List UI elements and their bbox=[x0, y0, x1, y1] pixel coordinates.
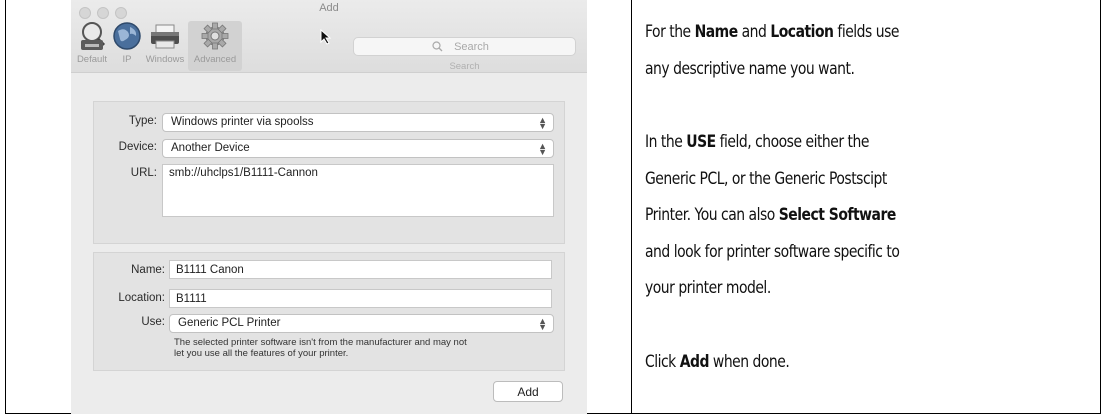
toolbar-advanced-button[interactable]: Advanced bbox=[188, 21, 242, 71]
search-input[interactable] bbox=[354, 38, 575, 55]
toolbar-default-button[interactable]: Default bbox=[73, 21, 111, 71]
use-value: Generic PCL Printer bbox=[178, 317, 281, 329]
advanced-gear-icon bbox=[201, 22, 229, 50]
updown-arrows-icon: ▲ ▼ bbox=[538, 141, 547, 157]
instruction-line: Printer. You can also Select Software bbox=[645, 205, 896, 225]
toolbar-advanced-label: Advanced bbox=[193, 54, 237, 65]
location-label: Location: bbox=[118, 292, 165, 304]
location-field[interactable]: B1111 bbox=[169, 289, 552, 308]
instructions-text: For the Name and Location fields use any… bbox=[645, 14, 1018, 380]
device-label: Device: bbox=[118, 141, 157, 153]
toolbar-default-label: Default bbox=[76, 54, 108, 65]
url-label: URL: bbox=[130, 167, 157, 179]
use-label: Use: bbox=[141, 316, 165, 328]
add-button[interactable]: Add bbox=[493, 381, 563, 402]
mouse-pointer-icon bbox=[320, 29, 332, 45]
ip-globe-icon bbox=[113, 22, 141, 50]
toolbar-windows-label: Windows bbox=[145, 54, 185, 65]
instruction-line: your printer model. bbox=[645, 278, 771, 298]
instruction-line: In the USE field, choose either the bbox=[645, 132, 869, 152]
type-popup[interactable]: Windows printer via spoolss ▲ ▼ bbox=[162, 113, 554, 132]
table-column-divider bbox=[631, 0, 632, 414]
printer-software-notice: The selected printer software isn't from… bbox=[174, 337, 467, 359]
search-field[interactable] bbox=[353, 37, 576, 56]
instruction-line: Generic PCL, or the Generic Postscipt bbox=[645, 168, 887, 189]
type-label: Type: bbox=[128, 115, 157, 127]
search-caption: Search bbox=[449, 61, 480, 72]
instruction-line: any descriptive name you want. bbox=[645, 58, 855, 79]
use-popup[interactable]: Generic PCL Printer ▲ ▼ bbox=[169, 314, 554, 333]
instruction-line: and look for printer software specific t… bbox=[645, 241, 900, 262]
type-value: Windows printer via spoolss bbox=[171, 116, 314, 128]
toolbar-ip-label: IP bbox=[122, 54, 132, 65]
device-popup[interactable]: Another Device ▲ ▼ bbox=[162, 139, 554, 158]
toolbar-windows-button[interactable]: Windows bbox=[143, 21, 187, 71]
default-printer-icon bbox=[81, 22, 106, 50]
window-title: Add bbox=[319, 2, 339, 14]
updown-arrows-icon: ▲ ▼ bbox=[538, 115, 547, 131]
url-field[interactable]: smb://uhclps1/B1111-Cannon bbox=[162, 164, 554, 217]
window-toolbar: Add Default IP Windows Advanced Search S… bbox=[71, 0, 587, 73]
updown-arrows-icon: ▲ ▼ bbox=[538, 316, 547, 332]
instruction-line: For the Name and Location fields use bbox=[645, 22, 899, 42]
name-label: Name: bbox=[131, 264, 165, 276]
add-printer-window: Add Default IP Windows Advanced Search S… bbox=[71, 0, 587, 414]
toolbar-ip-button[interactable]: IP bbox=[111, 21, 143, 71]
instruction-line: Click Add when done. bbox=[645, 351, 790, 372]
name-field[interactable]: B1111 Canon bbox=[169, 260, 552, 279]
windows-printer-icon bbox=[151, 24, 179, 49]
device-value: Another Device bbox=[171, 142, 250, 154]
